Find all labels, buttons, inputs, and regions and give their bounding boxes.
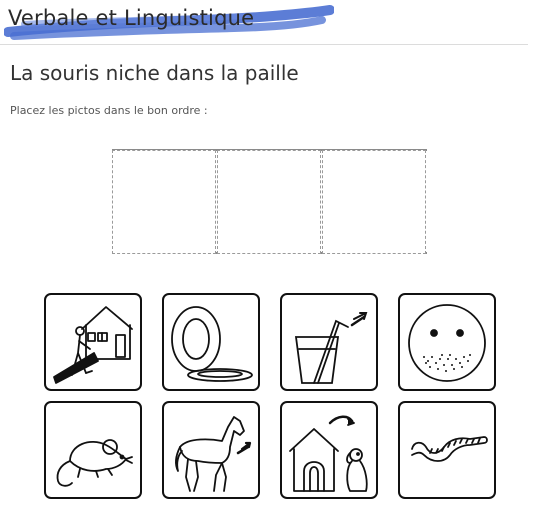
- dropzone-slot-3[interactable]: [322, 150, 426, 254]
- dropzone-slot-2[interactable]: [217, 150, 321, 254]
- person-entering-house-icon: [53, 306, 133, 384]
- picto-card-house-person[interactable]: [44, 293, 142, 391]
- app-header: Verbale et Linguistique: [0, 0, 539, 46]
- picto-card-plate[interactable]: [162, 293, 260, 391]
- picto-card-glass[interactable]: [280, 293, 378, 391]
- plate-icon: [171, 306, 253, 382]
- glass-with-straw-icon: [294, 312, 368, 384]
- picto-card-face[interactable]: [398, 293, 496, 391]
- picto-card-mouse[interactable]: [44, 401, 142, 499]
- app-title: Verbale et Linguistique: [8, 6, 255, 30]
- horse-icon: [174, 416, 252, 492]
- picto-card-doghouse[interactable]: [280, 401, 378, 499]
- picto-card-worm[interactable]: [398, 401, 496, 499]
- dog-and-kennel-icon: [289, 415, 368, 492]
- exercise-title: La souris niche dans la paille: [10, 61, 299, 85]
- picto-card-horse[interactable]: [162, 401, 260, 499]
- dropzone-slot-1[interactable]: [112, 150, 216, 254]
- bearded-face-icon: [408, 304, 486, 382]
- worm-icon: [411, 436, 488, 462]
- exercise-instruction: Placez les pictos dans le bon ordre :: [10, 104, 208, 117]
- mouse-icon: [56, 439, 133, 487]
- header-divider: [0, 44, 528, 45]
